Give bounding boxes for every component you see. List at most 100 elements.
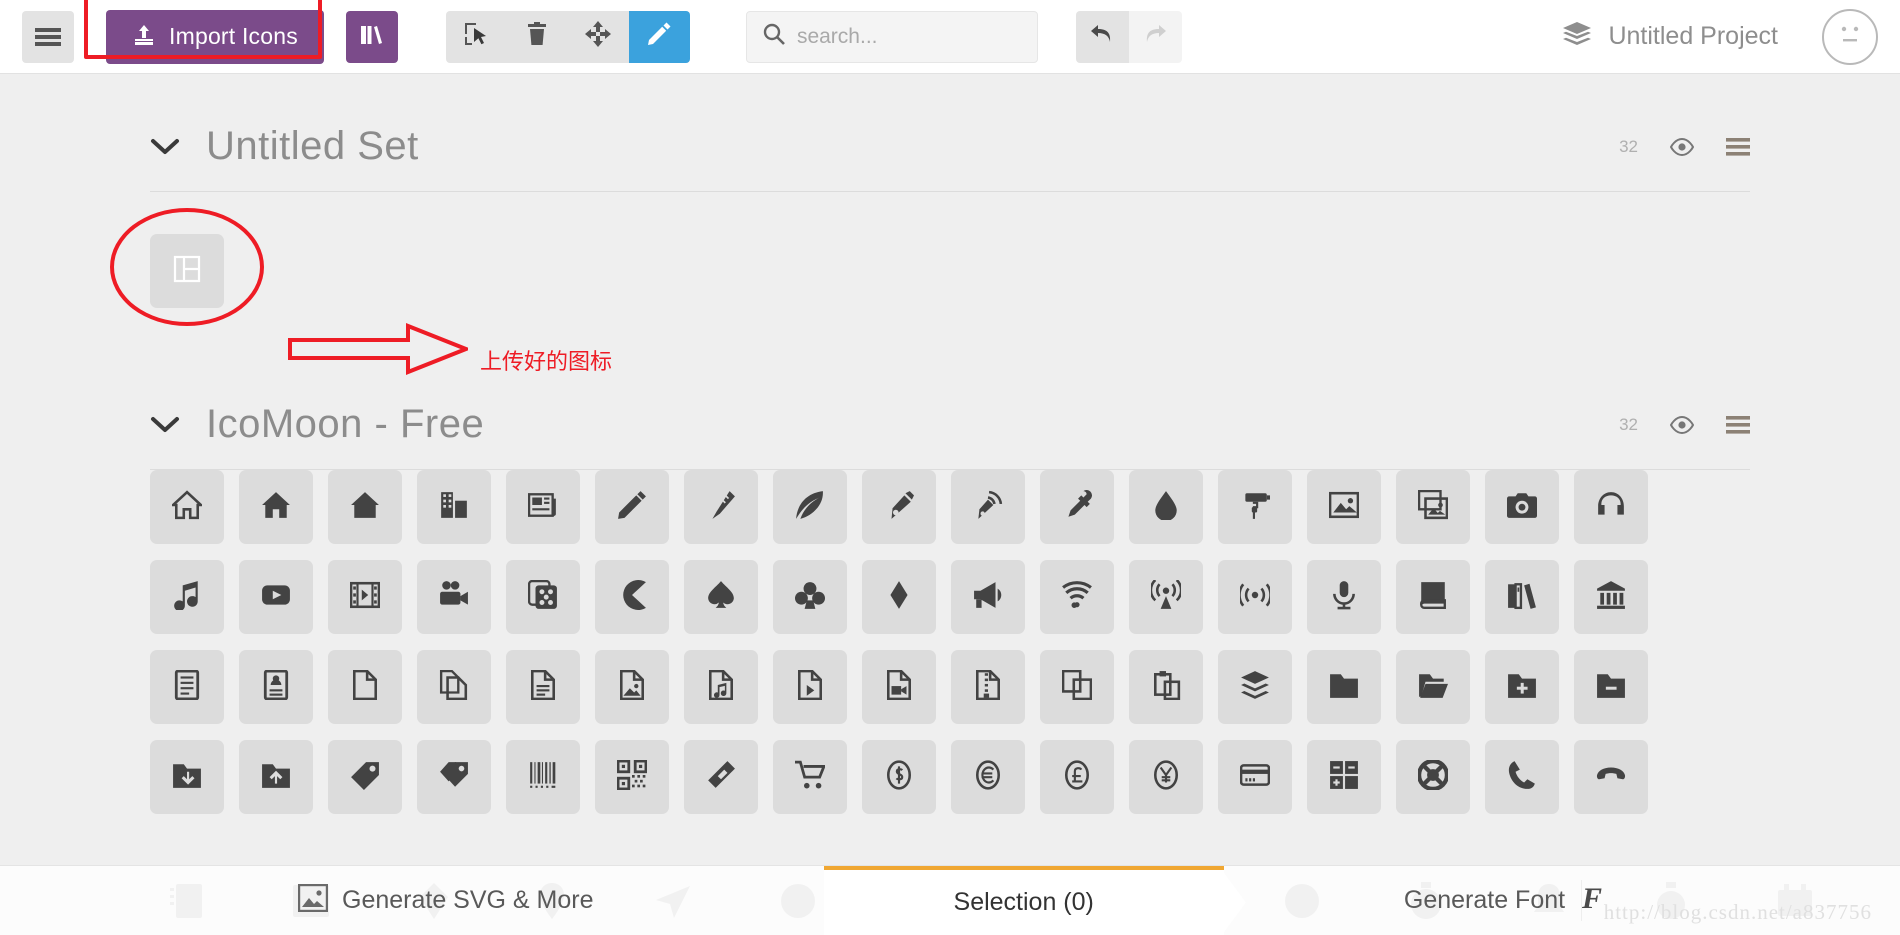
icon-cell[interactable] bbox=[506, 470, 580, 544]
icon-cell[interactable] bbox=[1218, 470, 1292, 544]
icon-cell[interactable] bbox=[951, 650, 1025, 724]
icon-cell[interactable] bbox=[595, 740, 669, 814]
uploaded-icon[interactable] bbox=[150, 234, 224, 308]
icon-cell[interactable] bbox=[1574, 650, 1648, 724]
project-selector[interactable]: Untitled Project bbox=[1562, 21, 1778, 52]
icon-cell[interactable] bbox=[1040, 470, 1114, 544]
icon-cell[interactable] bbox=[1485, 740, 1559, 814]
icon-cell[interactable] bbox=[417, 560, 491, 634]
icon-cell[interactable] bbox=[1485, 470, 1559, 544]
icon-cell[interactable] bbox=[951, 470, 1025, 544]
icon-cell[interactable] bbox=[1040, 650, 1114, 724]
delete-tool-button[interactable] bbox=[506, 10, 568, 63]
icon-cell[interactable] bbox=[595, 650, 669, 724]
icon-cell[interactable] bbox=[1574, 470, 1648, 544]
eye-icon[interactable] bbox=[1670, 415, 1694, 434]
icon-cell[interactable] bbox=[1129, 470, 1203, 544]
main-menu-button[interactable] bbox=[22, 10, 74, 63]
icon-cell[interactable] bbox=[684, 470, 758, 544]
chevron-down-icon[interactable] bbox=[150, 137, 180, 157]
icon-cell[interactable] bbox=[1396, 560, 1470, 634]
search-input[interactable] bbox=[796, 24, 1021, 49]
chevron-down-icon[interactable] bbox=[150, 415, 180, 435]
icon-cell[interactable] bbox=[684, 560, 758, 634]
icon-cell[interactable] bbox=[506, 560, 580, 634]
icon-cell[interactable] bbox=[951, 560, 1025, 634]
icon-cell[interactable] bbox=[328, 470, 402, 544]
icon-cell[interactable] bbox=[328, 650, 402, 724]
set-title[interactable]: IcoMoon - Free bbox=[206, 402, 484, 447]
icon-cell[interactable] bbox=[1574, 740, 1648, 814]
icon-cell[interactable] bbox=[239, 740, 313, 814]
generate-svg-label: Generate SVG & More bbox=[342, 886, 594, 914]
generate-svg-tab[interactable]: Generate SVG & More bbox=[268, 866, 624, 935]
icon-cell[interactable] bbox=[773, 470, 847, 544]
move-tool-button[interactable] bbox=[567, 10, 629, 63]
search-box[interactable] bbox=[745, 10, 1038, 63]
icon-cell[interactable] bbox=[684, 650, 758, 724]
icon-cell[interactable] bbox=[1307, 470, 1381, 544]
icon-cell[interactable] bbox=[506, 740, 580, 814]
avatar[interactable] bbox=[1822, 8, 1878, 65]
icon-cell[interactable] bbox=[150, 560, 224, 634]
icon-cell[interactable] bbox=[1040, 560, 1114, 634]
icon-cell[interactable] bbox=[1218, 650, 1292, 724]
icon-cell[interactable] bbox=[1040, 740, 1114, 814]
icon-cell[interactable] bbox=[328, 740, 402, 814]
eye-icon[interactable] bbox=[1670, 137, 1694, 156]
headphones-icon bbox=[1596, 490, 1626, 525]
hamburger-menu-icon[interactable] bbox=[1726, 137, 1750, 156]
icon-library-button[interactable] bbox=[345, 10, 398, 63]
redo-button[interactable] bbox=[1128, 10, 1182, 63]
icon-cell[interactable] bbox=[1218, 560, 1292, 634]
icon-cell[interactable] bbox=[150, 470, 224, 544]
edit-tool-button[interactable] bbox=[628, 10, 690, 63]
icon-cell[interactable] bbox=[417, 470, 491, 544]
hamburger-menu-icon[interactable] bbox=[1726, 415, 1750, 434]
icon-cell[interactable] bbox=[595, 470, 669, 544]
icon-cell[interactable] bbox=[239, 470, 313, 544]
icon-cell[interactable] bbox=[862, 740, 936, 814]
icon-cell[interactable] bbox=[1307, 650, 1381, 724]
icon-cell[interactable] bbox=[328, 560, 402, 634]
icon-cell[interactable] bbox=[951, 740, 1025, 814]
trash-icon bbox=[525, 21, 549, 52]
generate-font-tab[interactable]: Generate Font F bbox=[1374, 866, 1635, 935]
undo-button[interactable] bbox=[1075, 10, 1129, 63]
icon-cell[interactable] bbox=[150, 650, 224, 724]
icon-cell[interactable] bbox=[239, 560, 313, 634]
icon-cell[interactable] bbox=[595, 560, 669, 634]
set-title[interactable]: Untitled Set bbox=[206, 124, 419, 169]
file-picture-icon bbox=[617, 669, 647, 705]
icon-cell[interactable] bbox=[1574, 560, 1648, 634]
icon-cell[interactable] bbox=[239, 650, 313, 724]
icon-cell[interactable] bbox=[1307, 740, 1381, 814]
icon-cell[interactable] bbox=[1129, 560, 1203, 634]
icon-cell[interactable] bbox=[773, 650, 847, 724]
icon-cell[interactable] bbox=[1396, 740, 1470, 814]
icon-cell[interactable] bbox=[150, 740, 224, 814]
import-icons-button[interactable]: Import Icons bbox=[106, 9, 324, 64]
icon-cell[interactable] bbox=[1218, 740, 1292, 814]
icon-cell[interactable] bbox=[862, 560, 936, 634]
icon-cell[interactable] bbox=[417, 740, 491, 814]
select-tool-button[interactable] bbox=[445, 10, 507, 63]
icon-cell[interactable] bbox=[773, 740, 847, 814]
icon-cell[interactable] bbox=[862, 470, 936, 544]
icon-cell[interactable] bbox=[862, 650, 936, 724]
icon-cell[interactable] bbox=[684, 740, 758, 814]
icon-cell[interactable] bbox=[417, 650, 491, 724]
icon-cell[interactable] bbox=[1396, 650, 1470, 724]
office-icon bbox=[439, 490, 469, 525]
selection-tab[interactable]: Selection (0) bbox=[823, 866, 1224, 935]
svg-text:F: F bbox=[1581, 882, 1602, 915]
icon-cell[interactable] bbox=[1129, 740, 1203, 814]
icon-cell[interactable] bbox=[1129, 650, 1203, 724]
icon-cell[interactable] bbox=[1485, 560, 1559, 634]
icon-cell[interactable] bbox=[506, 650, 580, 724]
coin-dollar-icon bbox=[884, 759, 914, 795]
icon-cell[interactable] bbox=[1307, 560, 1381, 634]
icon-cell[interactable] bbox=[1485, 650, 1559, 724]
icon-cell[interactable] bbox=[1396, 470, 1470, 544]
icon-cell[interactable] bbox=[773, 560, 847, 634]
